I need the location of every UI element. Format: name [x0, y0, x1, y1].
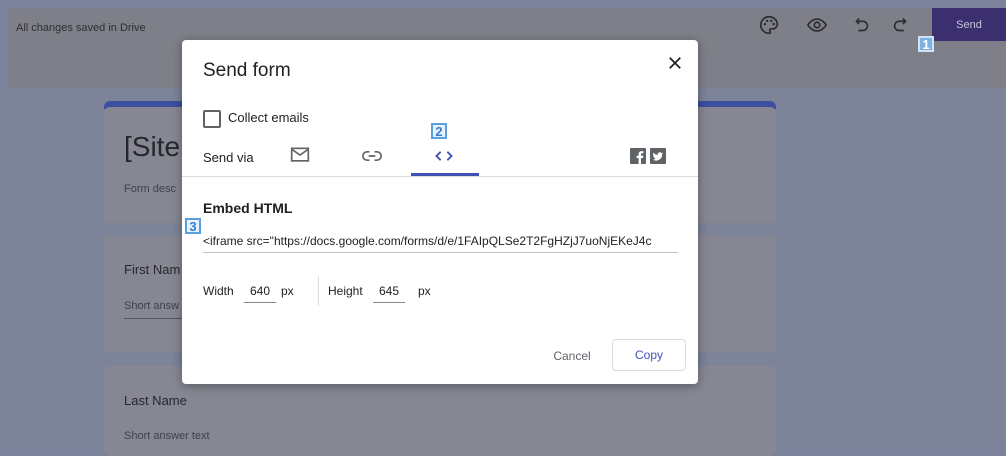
tab-divider [182, 176, 698, 177]
collect-emails-label: Collect emails [228, 110, 309, 125]
dialog-title: Send form [203, 60, 291, 81]
undo-icon[interactable] [850, 14, 872, 36]
palette-icon[interactable] [758, 14, 780, 36]
email-icon[interactable] [290, 146, 310, 164]
width-input-underline [244, 302, 276, 303]
embed-code-icon[interactable] [434, 150, 454, 162]
height-label: Height [328, 284, 363, 298]
close-icon[interactable] [666, 54, 684, 72]
send-button[interactable]: Send [932, 8, 1006, 41]
width-unit: px [281, 284, 294, 298]
width-label: Width [203, 284, 234, 298]
height-input[interactable]: 645 [374, 284, 404, 298]
facebook-icon[interactable] [630, 148, 646, 164]
embed-code-field[interactable]: <iframe src="https://docs.google.com/for… [203, 234, 678, 248]
send-via-label: Send via [203, 150, 254, 165]
annotation-badge-2: 2 [431, 123, 447, 139]
preview-eye-icon[interactable] [806, 14, 828, 36]
dimension-separator [318, 276, 319, 306]
annotation-badge-3: 3 [185, 218, 201, 234]
embed-code-underline [203, 252, 678, 253]
height-input-underline [373, 302, 405, 303]
embed-html-heading: Embed HTML [203, 200, 293, 216]
question-placeholder: Short answer text [124, 430, 210, 442]
question-title: Last Name [124, 393, 187, 408]
twitter-icon[interactable] [650, 148, 666, 164]
save-status: All changes saved in Drive [16, 22, 146, 34]
answer-underline [124, 318, 184, 319]
width-input[interactable]: 640 [245, 284, 275, 298]
cancel-button[interactable]: Cancel [542, 342, 602, 370]
redo-icon[interactable] [890, 14, 912, 36]
form-description[interactable]: Form desc [124, 183, 176, 195]
form-title[interactable]: [Site [124, 131, 180, 163]
annotation-badge-1: 1 [918, 36, 934, 52]
question-title: First Nam [124, 262, 181, 277]
question-placeholder: Short answ [124, 300, 180, 312]
copy-button[interactable]: Copy [612, 339, 686, 371]
collect-emails-checkbox[interactable] [203, 110, 221, 128]
height-unit: px [418, 284, 431, 298]
link-icon[interactable] [362, 149, 382, 163]
send-form-dialog: Send form Collect emails Send via 2 Embe… [182, 40, 698, 384]
